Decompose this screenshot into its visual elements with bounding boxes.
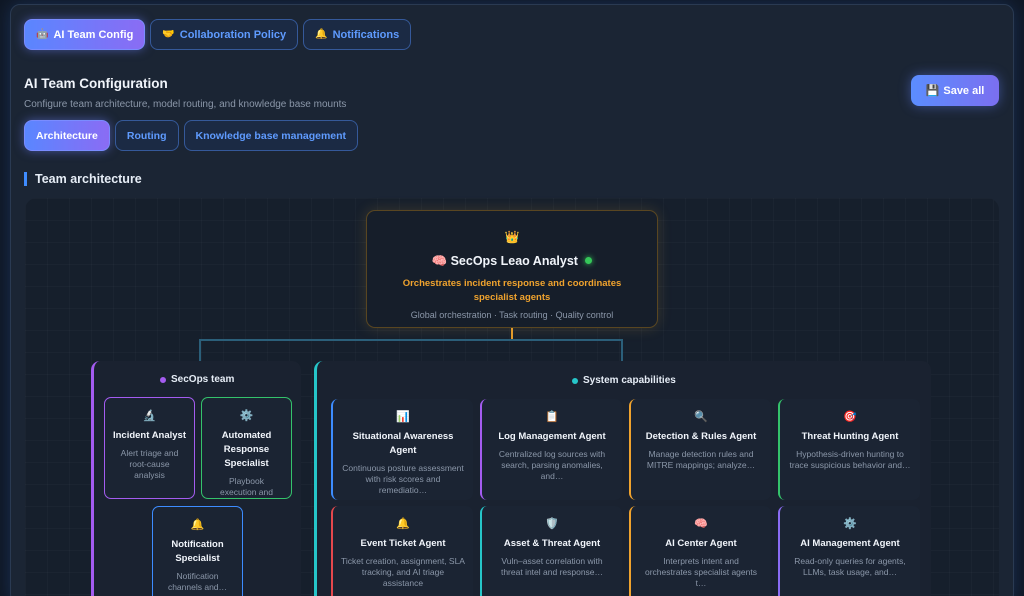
secops-team-label-text: SecOps team bbox=[171, 374, 235, 385]
agent-description: Alert triage and root-cause analysis bbox=[120, 448, 179, 480]
agent-name: Situational Awareness Agent bbox=[352, 431, 454, 456]
lead-agent-name-text: SecOps Leao Analyst bbox=[450, 254, 578, 268]
gear-icon: ⚙️ bbox=[239, 410, 254, 422]
agent-description: Playbook execution and change-relate… bbox=[220, 476, 273, 497]
gear-icon: ⚙️ bbox=[843, 518, 857, 530]
agent-card[interactable]: 📊 Situational Awareness Agent Continuous p… bbox=[331, 399, 473, 500]
tab-label: Notifications bbox=[332, 28, 400, 41]
lead-agent-name: 🧠 SecOps Leao Analyst bbox=[367, 254, 657, 269]
agent-card[interactable]: ⚙️ AI Management Agent Read-only queries f… bbox=[778, 506, 920, 596]
system-capabilities-label-text: System capabilities bbox=[583, 375, 676, 386]
agent-card-automated-response[interactable]: ⚙️ Automated Response Specialist Playboo… bbox=[201, 397, 292, 499]
robot-icon: 🤖 bbox=[36, 29, 49, 40]
system-capabilities-group: System capabilities 📊 Situational Awarene… bbox=[314, 361, 931, 596]
agent-description: Manage detection rules and MITRE mapping… bbox=[646, 449, 756, 470]
agent-description: Vuln–asset correlation with threat intel… bbox=[500, 556, 604, 577]
agent-card[interactable]: 🔔 Event Ticket Agent Ticket creation, assi… bbox=[331, 506, 473, 596]
agent-card[interactable]: 🧠 AI Center Agent Interprets intent and or… bbox=[629, 506, 771, 596]
microscope-icon: 🔬 bbox=[142, 410, 157, 422]
main-panel: 🤖 AI Team Config 🤝 Collaboration Policy … bbox=[10, 4, 1014, 596]
agent-name: Asset & Threat Agent bbox=[503, 538, 601, 549]
brain-icon: 🧠 bbox=[431, 254, 448, 268]
connector-line bbox=[199, 339, 623, 341]
handshake-icon: 🤝 bbox=[162, 29, 175, 40]
agent-name: AI Center Agent bbox=[665, 538, 737, 549]
group-dot bbox=[160, 376, 166, 383]
agent-card[interactable]: 🎯 Threat Hunting Agent Hypothesis-driven h… bbox=[778, 399, 920, 500]
agent-description: Read-only queries for agents, LLMs, task… bbox=[794, 556, 906, 577]
connector-line bbox=[199, 339, 201, 361]
agent-name: Automated Response Specialist bbox=[221, 430, 272, 469]
clipboard-icon: 📋 bbox=[545, 411, 559, 423]
tab-notifications[interactable]: 🔔 Notifications bbox=[303, 19, 412, 50]
agent-card[interactable]: 📋 Log Management Agent Centralized log sou… bbox=[480, 399, 622, 500]
agent-card[interactable]: 🔍 Detection & Rules Agent Manage detection… bbox=[629, 399, 771, 500]
agent-card-notification-specialist[interactable]: 🔔 Notification Specialist Notification c… bbox=[152, 506, 243, 596]
agent-description: Hypothesis-driven hunting to trace suspi… bbox=[789, 449, 911, 470]
agent-card-incident-analyst[interactable]: 🔬 Incident Analyst Alert triage and root… bbox=[104, 397, 195, 499]
subtab-architecture[interactable]: Architecture bbox=[24, 120, 110, 151]
floppy-disk-icon: 💾 bbox=[925, 85, 940, 97]
chart-icon: 📊 bbox=[396, 411, 410, 423]
agent-name: Detection & Rules Agent bbox=[645, 431, 757, 442]
magnifier-icon: 🔍 bbox=[694, 411, 708, 423]
bell-icon: 🔔 bbox=[190, 519, 205, 531]
agent-description: Notification channels and… bbox=[167, 571, 228, 592]
target-icon: 🎯 bbox=[843, 411, 857, 423]
brain-icon: 🧠 bbox=[694, 518, 708, 530]
connector-line bbox=[511, 327, 513, 339]
agent-card[interactable]: 🛡️ Asset & Threat Agent Vuln–asset correla… bbox=[480, 506, 622, 596]
agent-name: Log Management Agent bbox=[498, 431, 606, 442]
lead-agent-description: Orchestrates incident response and coord… bbox=[402, 278, 622, 303]
agent-name: Incident Analyst bbox=[112, 430, 187, 441]
save-all-button[interactable]: 💾 Save all bbox=[911, 75, 999, 106]
system-capabilities-label: System capabilities bbox=[572, 375, 676, 386]
agent-name: Event Ticket Agent bbox=[360, 538, 446, 549]
lead-agent-meta: Global orchestration · Task routing · Qu… bbox=[410, 310, 614, 320]
tab-ai-team-config[interactable]: 🤖 AI Team Config bbox=[24, 19, 146, 50]
bell-icon: 🔔 bbox=[315, 29, 328, 40]
secops-team-label: SecOps team bbox=[160, 374, 234, 385]
bell-icon: 🔔 bbox=[396, 518, 410, 530]
agent-name: AI Management Agent bbox=[800, 538, 900, 549]
agent-name: Threat Hunting Agent bbox=[801, 431, 899, 442]
subtab-knowledge-base[interactable]: Knowledge base management bbox=[183, 120, 359, 151]
secops-team-group: SecOps team 🔬 Incident Analyst Alert tri… bbox=[91, 361, 301, 596]
tab-label: AI Team Config bbox=[53, 28, 134, 41]
agent-description: Interprets intent and orchestrates speci… bbox=[645, 556, 757, 588]
agent-name: Notification Specialist bbox=[171, 539, 224, 564]
lead-agent-card[interactable]: 👑 🧠 SecOps Leao Analyst Orchestrates inc… bbox=[366, 210, 658, 328]
connector-line bbox=[621, 339, 623, 361]
tab-collaboration-policy[interactable]: 🤝 Collaboration Policy bbox=[150, 19, 299, 50]
agent-description: Centralized log sources with search, par… bbox=[498, 449, 606, 481]
sub-tab-bar: Architecture Routing Knowledge base mana… bbox=[24, 120, 359, 151]
page-title: AI Team Configuration bbox=[24, 76, 168, 91]
crown-icon: 👑 bbox=[504, 230, 520, 244]
page-subtitle: Configure team architecture, model routi… bbox=[24, 99, 347, 110]
agent-description: Continuous posture assessment with risk … bbox=[342, 463, 464, 495]
agent-description: Ticket creation, assignment, SLA trackin… bbox=[341, 556, 465, 588]
group-dot bbox=[572, 377, 578, 384]
status-online-dot bbox=[585, 257, 593, 264]
shield-icon: 🛡️ bbox=[545, 518, 559, 530]
top-tab-bar: 🤖 AI Team Config 🤝 Collaboration Policy … bbox=[24, 19, 412, 50]
tab-label: Collaboration Policy bbox=[179, 28, 287, 41]
subtab-routing[interactable]: Routing bbox=[114, 120, 179, 151]
save-all-label: Save all bbox=[943, 84, 985, 97]
section-title: Team architecture bbox=[24, 172, 142, 186]
